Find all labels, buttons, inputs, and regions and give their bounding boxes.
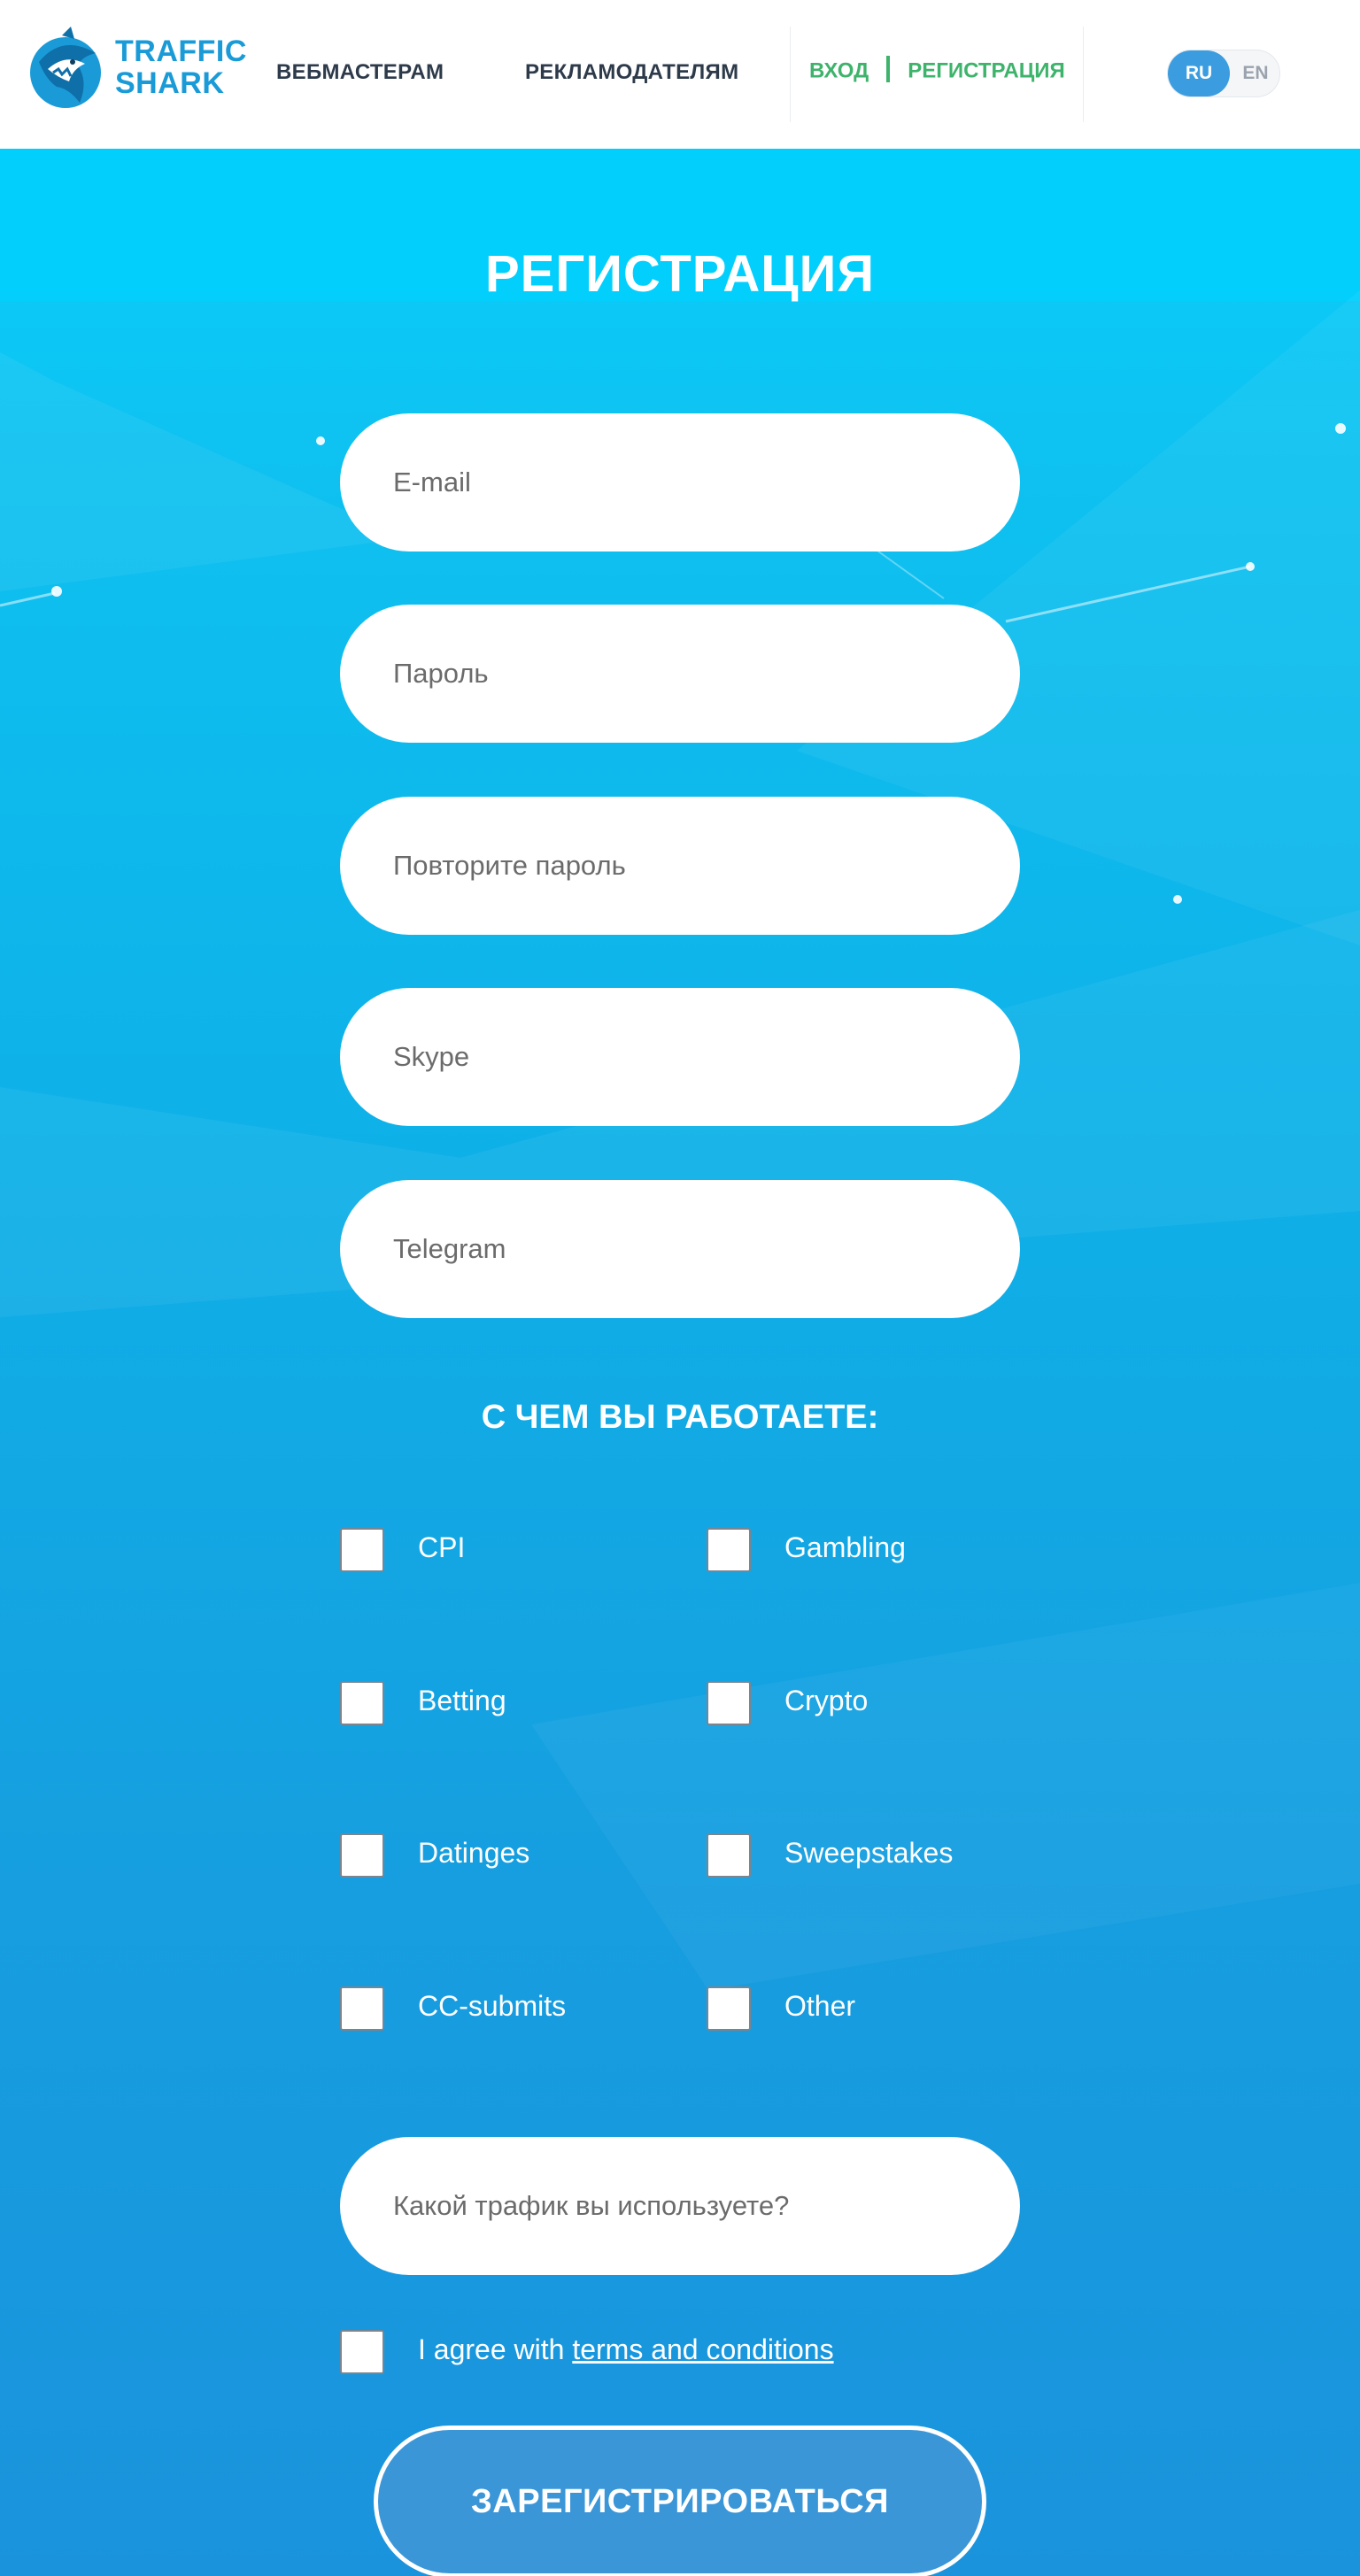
- checkbox-label: Datinges: [418, 1837, 530, 1869]
- site-header: TRAFFIC SHARK ВЕБМАСТЕРАМ РЕКЛАМОДАТЕЛЯМ…: [0, 0, 1360, 149]
- auth-links: ВХОД РЕГИСТРАЦИЯ: [809, 56, 1065, 85]
- shark-logo-icon: [30, 27, 101, 108]
- checkbox-box[interactable]: [707, 1986, 751, 2031]
- checkbox-box[interactable]: [707, 1681, 751, 1725]
- checkbox-box[interactable]: [340, 1833, 384, 1878]
- registration-section: РЕГИСТРАЦИЯ С ЧЕМ ВЫ РАБОТАЕТЕ: CPI Gamb…: [0, 149, 1360, 2576]
- terms-prefix: I agree with: [418, 2333, 573, 2365]
- checkbox-label: Other: [784, 1990, 856, 2022]
- terms-checkbox[interactable]: [340, 2330, 384, 2374]
- nav-divider: [1083, 27, 1084, 122]
- telegram-field[interactable]: [340, 1180, 1020, 1318]
- checkbox-label: Sweepstakes: [784, 1837, 954, 1869]
- page-title: РЕГИСТРАЦИЯ: [484, 245, 876, 303]
- logo-line-2: SHARK: [115, 66, 225, 100]
- terms-label: I agree with terms and conditions: [418, 2333, 834, 2366]
- checkbox-label: CC-submits: [418, 1990, 567, 2022]
- terms-agreement: I agree with terms and conditions: [340, 2330, 1020, 2374]
- checkbox-box[interactable]: [707, 1833, 751, 1878]
- checkbox-box[interactable]: [340, 1528, 384, 1572]
- nav-divider: [790, 27, 791, 122]
- register-submit-button[interactable]: ЗАРЕГИСТРИРОВАТЬСЯ: [374, 2426, 986, 2576]
- login-link[interactable]: ВХОД: [809, 58, 869, 82]
- logo[interactable]: TRAFFIC SHARK: [27, 27, 246, 115]
- email-field[interactable]: [340, 413, 1020, 551]
- checkbox-box[interactable]: [340, 1681, 384, 1725]
- lang-ru-option[interactable]: RU: [1168, 50, 1230, 96]
- logo-wordmark: TRAFFIC SHARK: [115, 35, 247, 99]
- terms-link[interactable]: terms and conditions: [572, 2333, 833, 2365]
- nav-advertisers-link[interactable]: РЕКЛАМОДАТЕЛЯМ: [525, 60, 738, 85]
- verticals-heading: С ЧЕМ ВЫ РАБОТАЕТЕ:: [481, 1399, 879, 1436]
- repeat-password-field[interactable]: [340, 797, 1020, 935]
- language-switcher: RU EN: [1167, 50, 1280, 97]
- checkbox-box[interactable]: [707, 1528, 751, 1572]
- traffic-source-field[interactable]: [340, 2137, 1020, 2275]
- checkbox-box[interactable]: [340, 1986, 384, 2031]
- register-link[interactable]: РЕГИСТРАЦИЯ: [908, 58, 1065, 82]
- checkbox-label: Betting: [418, 1685, 506, 1716]
- password-field[interactable]: [340, 605, 1020, 743]
- lang-en-option[interactable]: EN: [1232, 50, 1279, 96]
- logo-line-1: TRAFFIC: [115, 35, 247, 68]
- auth-divider: [886, 56, 891, 82]
- checkbox-label: Crypto: [784, 1685, 869, 1716]
- checkbox-label: Gambling: [784, 1531, 906, 1563]
- checkbox-label: CPI: [418, 1531, 466, 1563]
- nav-webmasters-link[interactable]: ВЕБМАСТЕРАМ: [276, 60, 444, 85]
- skype-field[interactable]: [340, 988, 1020, 1126]
